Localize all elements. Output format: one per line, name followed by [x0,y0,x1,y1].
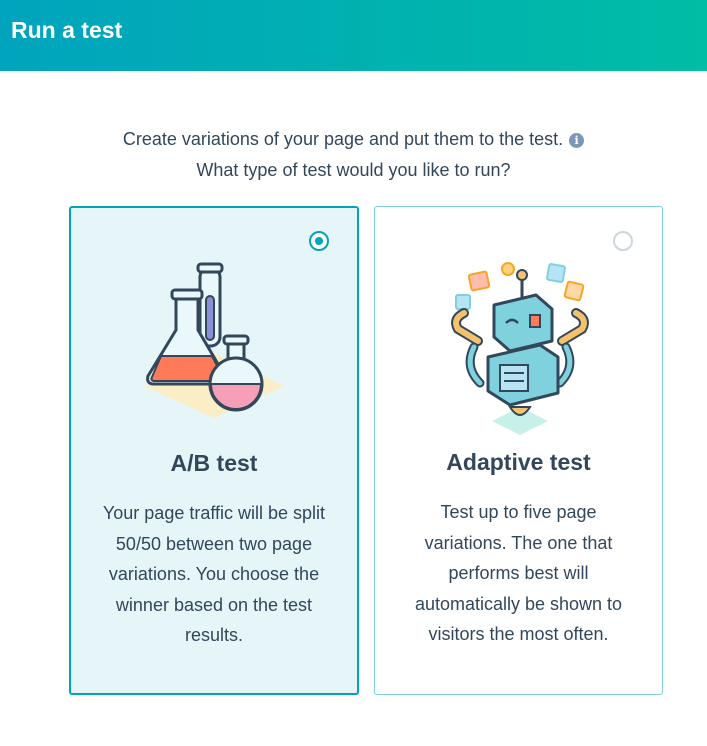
adaptive-test-option-card[interactable]: Adaptive test Test up to five page varia… [374,206,663,695]
info-icon[interactable]: i [569,133,585,148]
ab-test-description: Your page traffic will be split 50/50 be… [102,503,326,645]
flasks-illustration [144,262,284,418]
adaptive-test-title: Adaptive test [446,449,591,475]
intro-line-1: Create variations of your page and put t… [0,124,707,155]
modal-title: Run a test [11,17,123,43]
adaptive-test-radio[interactable] [613,231,633,251]
adaptive-test-description: Test up to five page variations. The one… [414,502,623,644]
ab-test-radio[interactable] [309,231,329,251]
intro-text: Create variations of your page and put t… [0,124,707,186]
modal-header: Run a test [0,0,707,71]
intro-line-1-text: Create variations of your page and put t… [122,129,564,149]
intro-line-2: What type of test would you like to run? [196,160,511,180]
robot-illustration [450,262,589,435]
ab-test-option-card[interactable]: A/B test Your page traffic will be split… [69,206,359,695]
ab-test-title: A/B test [170,450,258,476]
